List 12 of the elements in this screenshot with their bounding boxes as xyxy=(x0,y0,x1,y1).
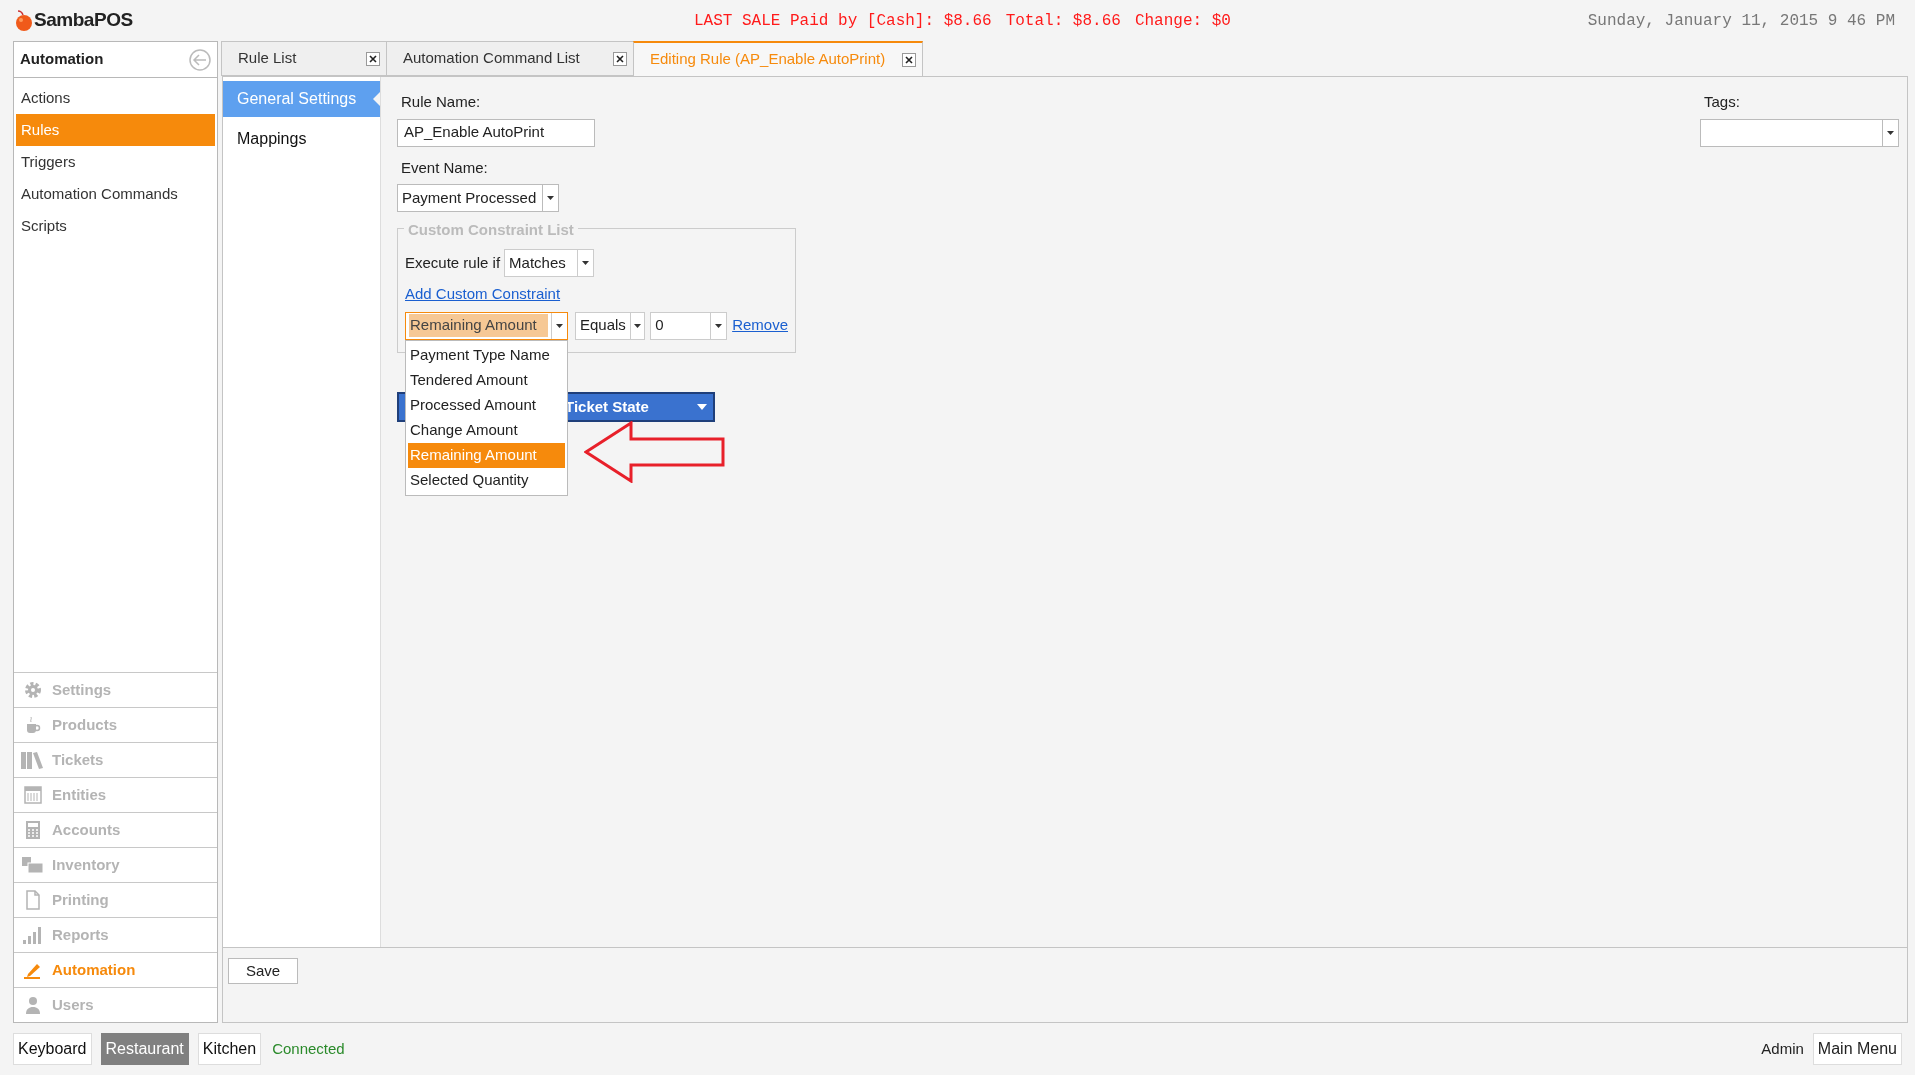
field-label: Tags: xyxy=(1704,92,1741,112)
user-name: Admin xyxy=(1761,1038,1804,1059)
field-label: Execute rule if xyxy=(405,252,501,273)
sidebar-title: Automation xyxy=(20,49,104,70)
last-sale-text: Change: $0 xyxy=(1134,10,1231,32)
date-time-text: Sunday, January 11, 2015 9 46 PM xyxy=(1587,10,1895,32)
last-sale-text: Total: $8.66 xyxy=(1005,10,1121,32)
app-logo-text: SambaPOS xyxy=(34,8,133,33)
field-label: Rule Name: xyxy=(401,92,482,112)
last-sale-text: LAST SALE Paid by [Cash]: $8.66 xyxy=(694,10,992,32)
field-label: Event Name: xyxy=(401,157,489,178)
connection-status: Connected xyxy=(272,1038,345,1059)
